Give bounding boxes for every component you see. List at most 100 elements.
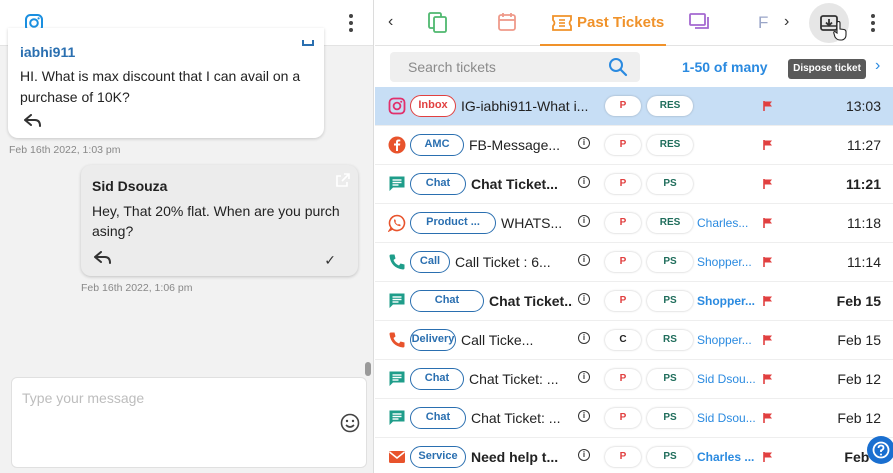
- ticket-category-label[interactable]: Inbox: [410, 95, 456, 117]
- priority-badge: P: [605, 135, 641, 155]
- message-bubble-outgoing: Sid Dsouza Hey, That 20% flat. When are …: [81, 165, 358, 276]
- ticket-row[interactable]: Inbox IG-iabhi911-What i... P RES 13:03: [375, 87, 893, 126]
- status-badge: RES: [647, 135, 693, 155]
- tab-past-tickets[interactable]: Past Tickets: [540, 0, 666, 46]
- message-timestamp: Feb 16th 2022, 1:03 pm: [9, 144, 121, 156]
- ticket-title[interactable]: Call Ticke...: [461, 332, 573, 348]
- flag-icon[interactable]: [762, 177, 774, 195]
- ticket-time: 11:18: [847, 215, 881, 231]
- info-icon[interactable]: i: [578, 215, 590, 227]
- help-button[interactable]: [867, 436, 893, 464]
- chevron-right-icon[interactable]: ›: [875, 57, 880, 75]
- flag-icon[interactable]: [762, 333, 774, 351]
- message-input-placeholder[interactable]: Type your message: [22, 390, 144, 406]
- ticket-category-label[interactable]: Chat: [410, 290, 484, 312]
- flag-icon[interactable]: [762, 255, 774, 273]
- info-icon[interactable]: i: [578, 254, 590, 266]
- chat-icon[interactable]: [689, 13, 711, 33]
- ticket-title[interactable]: FB-Message...: [469, 137, 573, 153]
- ticket-row[interactable]: AMC FB-Message... i P RES 11:27: [375, 126, 893, 165]
- reply-icon[interactable]: [24, 114, 42, 128]
- ticket-title[interactable]: Call Ticket : 6...: [455, 254, 573, 270]
- ticket-time: Feb 12: [837, 371, 881, 387]
- ticket-row[interactable]: Call Call Ticket : 6... i P PS Shopper... 11:1…: [375, 243, 893, 282]
- ticket-category-label[interactable]: Chat: [410, 173, 466, 195]
- ticket-category-label[interactable]: AMC: [410, 134, 464, 156]
- flag-icon[interactable]: [762, 411, 774, 429]
- reply-icon[interactable]: [94, 251, 112, 265]
- chevron-left-icon[interactable]: ‹: [388, 13, 393, 31]
- ticket-assignee[interactable]: Shopper...: [697, 333, 755, 347]
- ticket-time: 11:21: [845, 176, 881, 192]
- dispose-ticket-tooltip: Dispose ticket: [788, 59, 866, 79]
- search-tickets-input[interactable]: Search tickets: [390, 52, 640, 82]
- info-icon[interactable]: i: [578, 371, 590, 383]
- info-icon[interactable]: i: [578, 332, 590, 344]
- status-badge: RS: [647, 330, 693, 350]
- ticket-assignee[interactable]: Shopper...: [697, 255, 755, 269]
- flag-icon[interactable]: [762, 372, 774, 390]
- ticket-row[interactable]: Chat Chat Ticket... i P PS 11:21: [375, 165, 893, 204]
- ticket-row[interactable]: Product ... WHATS... i P RES Charles... 11:18: [375, 204, 893, 243]
- conversation-panel: iabhi911 HI. What is max discount that I…: [0, 0, 374, 473]
- ticket-category-label[interactable]: Call: [410, 251, 450, 273]
- panel-menu-icon[interactable]: [863, 11, 883, 35]
- tab-more[interactable]: F: [758, 13, 768, 33]
- ticket-assignee[interactable]: Charles ...: [697, 450, 755, 464]
- ticket-time: Feb 15: [837, 332, 881, 348]
- info-icon[interactable]: i: [578, 176, 590, 188]
- ticket-category-label[interactable]: Chat: [410, 368, 464, 390]
- ticket-time: 11:27: [847, 137, 881, 153]
- ticket-title[interactable]: Chat Ticket: ...: [471, 410, 573, 426]
- conversation-menu-icon[interactable]: [341, 11, 361, 35]
- external-link-icon[interactable]: [336, 173, 350, 187]
- message-composer[interactable]: Type your message: [11, 377, 367, 468]
- flag-icon[interactable]: [762, 216, 774, 234]
- search-placeholder[interactable]: Search tickets: [408, 59, 496, 75]
- ticket-title[interactable]: IG-iabhi911-What i...: [461, 98, 600, 114]
- ticket-row[interactable]: Chat Chat Ticket: ... i P PS Sid Dsou... Feb 1…: [375, 360, 893, 399]
- scrollbar-thumb[interactable]: [365, 362, 371, 376]
- search-icon[interactable]: [608, 57, 628, 77]
- flag-icon[interactable]: [762, 138, 774, 156]
- phone-icon: [388, 331, 406, 349]
- info-icon[interactable]: i: [578, 137, 590, 149]
- ticket-assignee[interactable]: Shopper...: [697, 294, 755, 308]
- ticket-title[interactable]: Need help t...: [471, 449, 573, 465]
- ticket-title[interactable]: Chat Ticket: ...: [469, 371, 573, 387]
- facebook-icon: [388, 136, 406, 154]
- chevron-right-icon[interactable]: ›: [784, 13, 789, 31]
- ticket-category-label[interactable]: Chat: [410, 407, 466, 429]
- priority-badge: P: [605, 369, 641, 389]
- ticket-time: Feb 12: [837, 410, 881, 426]
- info-icon[interactable]: i: [578, 449, 590, 461]
- ticket-title[interactable]: Chat Ticket...: [489, 293, 573, 309]
- chat-icon: [388, 409, 406, 427]
- ticket-assignee[interactable]: Sid Dsou...: [697, 411, 755, 425]
- dispose-ticket-button[interactable]: [809, 3, 849, 43]
- message-text: Hey, That 20% flat. When are you purch a…: [92, 203, 340, 239]
- flag-icon[interactable]: [762, 294, 774, 312]
- ticket-row[interactable]: Chat Chat Ticket: ... i P PS Sid Dsou... Feb 1…: [375, 399, 893, 438]
- info-icon[interactable]: i: [578, 410, 590, 422]
- ticket-category-label[interactable]: Product ...: [410, 212, 496, 234]
- ticket-title[interactable]: WHATS...: [501, 215, 573, 231]
- ticket-row[interactable]: Chat Chat Ticket... i P PS Shopper... Feb 15: [375, 282, 893, 321]
- status-badge: PS: [647, 252, 693, 272]
- tab-bar: ‹ Past Tickets F ›: [375, 0, 893, 46]
- info-icon[interactable]: i: [578, 293, 590, 305]
- ticket-row[interactable]: Delivery Call Ticke... i C RS Shopper... Feb 1…: [375, 321, 893, 360]
- ticket-category-label[interactable]: Delivery: [410, 329, 456, 351]
- status-badge: PS: [647, 174, 693, 194]
- ticket-category-label[interactable]: Service: [410, 446, 466, 468]
- emoji-icon[interactable]: [340, 413, 360, 433]
- open-icon: [302, 40, 314, 46]
- ticket-assignee[interactable]: Sid Dsou...: [697, 372, 755, 386]
- flag-icon[interactable]: [762, 99, 774, 117]
- ticket-title[interactable]: Chat Ticket...: [471, 176, 573, 192]
- ticket-assignee[interactable]: Charles...: [697, 216, 755, 230]
- ticket-row[interactable]: Service Need help t... i P PS Charles ... Feb …: [375, 438, 893, 473]
- copy-icon[interactable]: [428, 12, 448, 34]
- flag-icon[interactable]: [762, 450, 774, 468]
- calendar-icon[interactable]: [497, 12, 517, 32]
